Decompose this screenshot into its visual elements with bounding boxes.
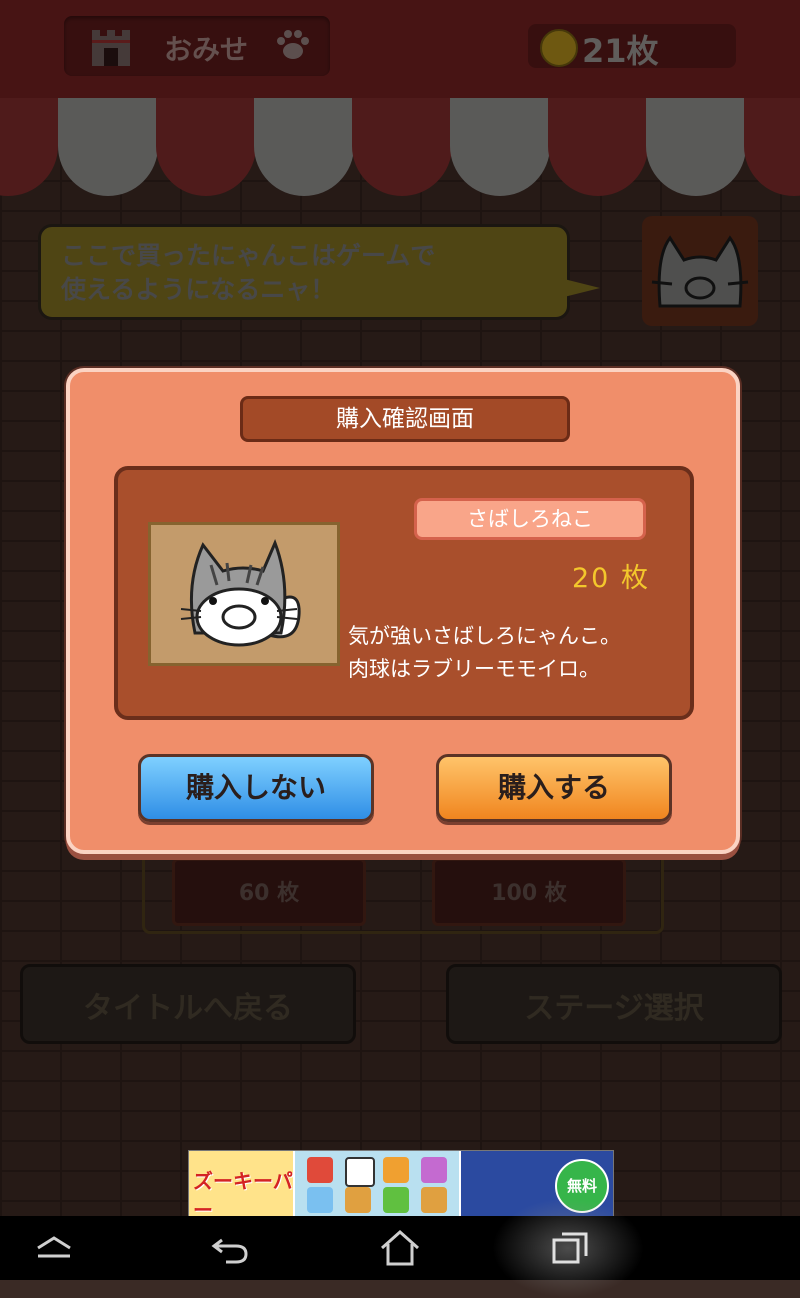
home-icon[interactable] [378, 1228, 422, 1268]
item-name-pill: さばしろねこ [414, 498, 646, 540]
confirm-purchase-button[interactable]: 購入する [436, 754, 672, 822]
ad-toy-icon [421, 1157, 447, 1183]
ad-toy-icon [345, 1157, 375, 1187]
sabashiro-cat-icon [180, 538, 301, 647]
ad-toy-icon [307, 1187, 333, 1213]
description-line-2: 肉球はラブリーモモイロ。 [348, 657, 600, 681]
back-icon[interactable] [208, 1228, 252, 1268]
item-name: さばしろねこ [467, 507, 593, 531]
description-line-1: 気が強いさばしろにゃんこ。 [348, 624, 621, 648]
purchase-confirm-dialog: 購入確認画面 さばしろねこ 20 枚 気が強いさばしろにゃんこ。 肉球はラブリー… [66, 368, 740, 854]
cancel-purchase-label: 購入しない [185, 771, 326, 804]
ad-logo-panel: ズーキーパー [189, 1151, 293, 1217]
item-image-frame [148, 522, 340, 666]
ad-toy-icon [307, 1157, 333, 1183]
item-panel: さばしろねこ 20 枚 気が強いさばしろにゃんこ。 肉球はラブリーモモイロ。 [114, 466, 694, 720]
cancel-purchase-button[interactable]: 購入しない [138, 754, 374, 822]
item-price: 20 枚 [572, 563, 650, 594]
ad-toy-icon [345, 1187, 371, 1213]
item-description: 気が強いさばしろにゃんこ。 肉球はラブリーモモイロ。 [348, 620, 621, 686]
dialog-title-bar: 購入確認画面 [240, 396, 570, 442]
dialog-title: 購入確認画面 [336, 406, 474, 432]
ad-toy-icon [383, 1187, 409, 1213]
ad-logo-text: ズーキーパー [193, 1169, 293, 1218]
ad-characters-panel [295, 1151, 459, 1217]
recent-apps-icon[interactable] [548, 1228, 592, 1268]
ad-toy-icon [383, 1157, 409, 1183]
ad-toy-icon [421, 1187, 447, 1213]
confirm-purchase-label: 購入する [497, 771, 610, 804]
home-menu-icon[interactable] [32, 1228, 76, 1268]
